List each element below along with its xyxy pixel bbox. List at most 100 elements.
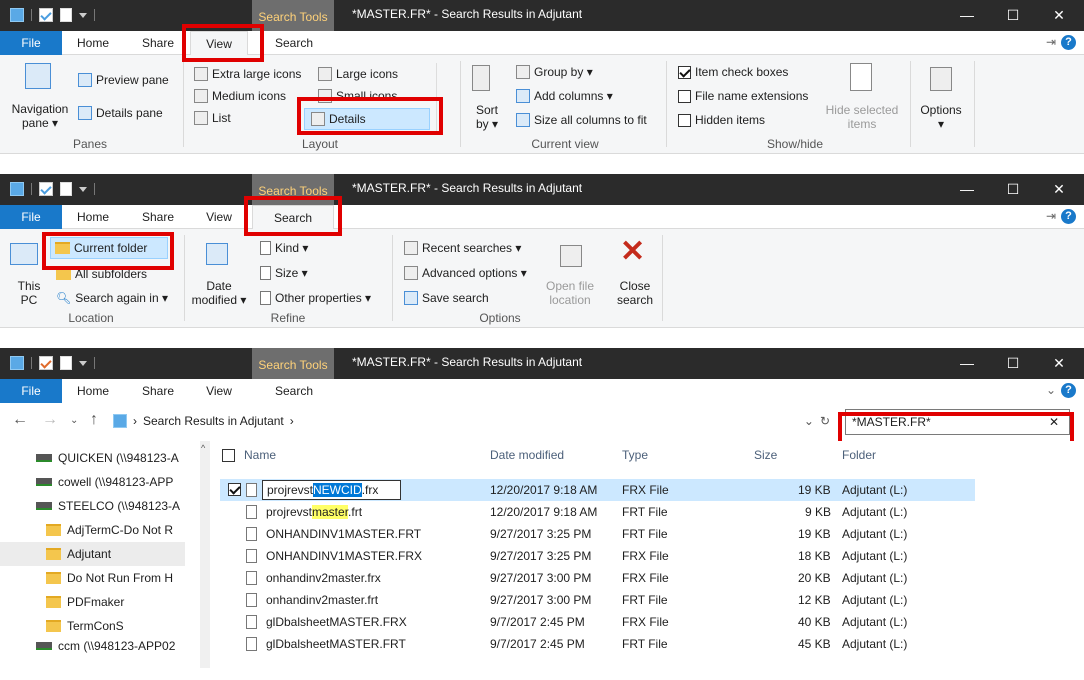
folder-icon[interactable] (10, 8, 24, 22)
pin-icon[interactable]: ⇥ (1046, 35, 1056, 49)
tree-item[interactable]: QUICKEN (\\948123-A (0, 446, 185, 470)
close-button[interactable]: ✕ (1036, 348, 1082, 379)
checkbox-unchecked[interactable] (678, 113, 691, 127)
back-icon[interactable]: ← (12, 411, 28, 429)
hidden-items-toggle[interactable]: Hidden items (678, 113, 765, 127)
tree-item-selected[interactable]: Adjutant (0, 542, 185, 566)
up-icon[interactable]: ↑ (90, 411, 98, 429)
navigation-pane-label[interactable]: Navigation pane ▾ (6, 102, 74, 130)
column-header-type[interactable]: Type (622, 441, 648, 469)
tab-view[interactable]: View (190, 379, 248, 403)
refresh-icon[interactable]: ↻ (820, 414, 836, 428)
expand-ribbon-icon[interactable]: ⌄ (1046, 383, 1056, 397)
options-button[interactable]: Options ▾ (916, 103, 966, 131)
folder-icon[interactable] (10, 356, 24, 370)
tab-share[interactable]: Share (132, 379, 184, 403)
tab-home[interactable]: Home (68, 379, 118, 403)
help-icon[interactable]: ? (1061, 383, 1076, 398)
kind-button[interactable]: Kind ▾ (260, 241, 308, 255)
recent-searches-button[interactable]: Recent searches ▾ (404, 241, 521, 255)
breadcrumb[interactable]: Search Results in Adjutant (143, 414, 284, 428)
table-row[interactable]: projrevstmaster.frt 12/20/2017 9:18 AM F… (220, 501, 975, 523)
select-all-checkbox[interactable] (222, 449, 235, 462)
table-row[interactable]: onhandinv2master.frt 9/27/2017 3:00 PM F… (220, 589, 975, 611)
chevron-down-icon[interactable] (79, 360, 87, 366)
scroll-up-icon[interactable]: ^ (201, 443, 205, 453)
minimize-button[interactable]: — (944, 174, 990, 205)
large-icons-option[interactable]: Large icons (318, 67, 398, 81)
address-dropdown-icon[interactable]: ⌄ (804, 414, 814, 428)
tree-item[interactable]: Do Not Run From H (0, 566, 185, 590)
folder-icon[interactable] (10, 182, 24, 196)
medium-icons-option[interactable]: Medium icons (194, 89, 286, 103)
checkbox-unchecked[interactable] (678, 89, 691, 103)
all-subfolders-button[interactable]: All subfolders (56, 267, 147, 281)
small-icons-option[interactable]: Small icons (318, 89, 397, 103)
tab-search[interactable]: Search (252, 205, 334, 229)
save-search-button[interactable]: Save search (404, 291, 489, 305)
tab-file[interactable]: File (0, 205, 62, 229)
maximize-button[interactable]: ☐ (990, 0, 1036, 31)
table-row[interactable]: ONHANDINV1MASTER.FRT 9/27/2017 3:25 PM F… (220, 523, 975, 545)
clear-search-icon[interactable]: ✕ (1049, 410, 1059, 434)
maximize-button[interactable]: ☐ (990, 348, 1036, 379)
close-search-button[interactable]: Close search (612, 279, 658, 307)
close-button[interactable]: ✕ (1036, 0, 1082, 31)
tree-item[interactable]: ccm (\\948123-APP02 (0, 638, 185, 654)
tree-scrollbar[interactable]: ^ (200, 441, 210, 668)
tab-home[interactable]: Home (68, 31, 118, 55)
tab-view[interactable]: View (190, 205, 248, 229)
tree-item[interactable]: PDFmaker (0, 590, 185, 614)
tab-search[interactable]: Search (264, 31, 324, 55)
row-checkbox[interactable] (228, 483, 241, 496)
tree-item[interactable]: TermConS (0, 614, 185, 638)
tab-share[interactable]: Share (132, 31, 184, 55)
maximize-button[interactable]: ☐ (990, 174, 1036, 205)
table-row-selected[interactable]: projrevstNEWCID.frx 12/20/2017 9:18 AM F… (220, 479, 975, 501)
close-button[interactable]: ✕ (1036, 174, 1082, 205)
sort-by-button[interactable]: Sort by ▾ (470, 103, 504, 131)
tab-search[interactable]: Search (264, 379, 324, 403)
tab-view[interactable]: View (190, 31, 248, 55)
layout-gallery-scroll[interactable] (436, 63, 448, 133)
column-header-size[interactable]: Size (754, 441, 777, 469)
this-pc-button[interactable]: This PC (12, 279, 46, 307)
rename-field[interactable]: projrevstNEWCID.frx (262, 480, 402, 500)
address-bar[interactable]: › Search Results in Adjutant › ⌄ ↻ (112, 409, 837, 433)
chevron-down-icon[interactable] (79, 12, 87, 18)
open-file-location-button[interactable]: Open file location (538, 279, 602, 307)
help-icon[interactable]: ? (1061, 35, 1076, 50)
properties-icon[interactable] (39, 182, 53, 196)
table-row[interactable]: onhandinv2master.frx 9/27/2017 3:00 PM F… (220, 567, 975, 589)
tab-share[interactable]: Share (132, 205, 184, 229)
other-properties-button[interactable]: Other properties ▾ (260, 291, 371, 305)
help-icon[interactable]: ? (1061, 209, 1076, 224)
properties-icon[interactable] (39, 8, 53, 22)
date-modified-button[interactable]: Date modified ▾ (190, 279, 248, 307)
details-option[interactable]: Details (304, 108, 430, 130)
size-all-columns-button[interactable]: Size all columns to fit (516, 113, 647, 127)
tree-item[interactable]: cowell (\\948123-APP (0, 470, 185, 494)
table-row[interactable]: glDbalsheetMASTER.FRX 9/7/2017 2:45 PM F… (220, 611, 975, 633)
tab-home[interactable]: Home (68, 205, 118, 229)
preview-pane-button[interactable]: Preview pane (78, 73, 169, 87)
pin-icon[interactable]: ⇥ (1046, 209, 1056, 223)
tree-item[interactable]: STEELCO (\\948123-A (0, 494, 185, 518)
current-folder-button[interactable]: Current folder (50, 237, 168, 259)
item-checkboxes-toggle[interactable]: Item check boxes (678, 65, 788, 79)
tree-item[interactable]: AdjTermC-Do Not R (0, 518, 185, 542)
details-pane-button[interactable]: Details pane (78, 106, 163, 120)
group-by-button[interactable]: Group by ▾ (516, 65, 593, 79)
file-name-extensions-toggle[interactable]: File name extensions (678, 89, 808, 103)
properties-icon[interactable] (39, 356, 53, 370)
search-input[interactable]: *MASTER.FR* ✕ (845, 409, 1070, 435)
minimize-button[interactable]: — (944, 0, 990, 31)
size-button[interactable]: Size ▾ (260, 266, 308, 280)
navigation-pane-button[interactable] (25, 63, 51, 89)
hide-selected-items-button[interactable]: Hide selected items (822, 103, 902, 131)
tab-file[interactable]: File (0, 379, 62, 403)
minimize-button[interactable]: — (944, 348, 990, 379)
search-again-button[interactable]: 🔍︎ Search again in ▾ (56, 291, 168, 305)
column-header-name[interactable]: Name (244, 441, 276, 469)
recent-locations-icon[interactable]: ⌄ (70, 415, 78, 426)
